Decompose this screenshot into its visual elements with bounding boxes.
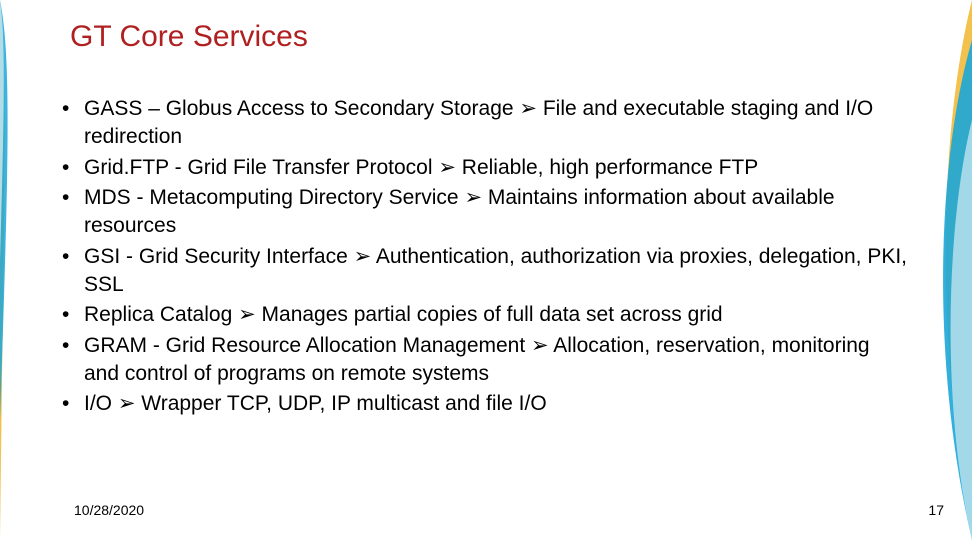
- slide: GT Core Services GASS – Globus Access to…: [0, 0, 972, 540]
- list-item: MDS - Metacomputing Directory Service ➢ …: [50, 184, 910, 241]
- list-item: I/O ➢ Wrapper TCP, UDP, IP multicast and…: [50, 390, 910, 418]
- slide-body: GASS – Globus Access to Secondary Storag…: [50, 95, 910, 421]
- list-item: GSI - Grid Security Interface ➢ Authenti…: [50, 243, 910, 300]
- list-item: GASS – Globus Access to Secondary Storag…: [50, 95, 910, 152]
- decorative-swoosh-left: [0, 0, 40, 540]
- slide-title: GT Core Services: [70, 20, 308, 54]
- footer-page-number: 17: [928, 502, 944, 518]
- bullet-list: GASS – Globus Access to Secondary Storag…: [50, 95, 910, 419]
- list-item: Replica Catalog ➢ Manages partial copies…: [50, 301, 910, 329]
- list-item: GRAM - Grid Resource Allocation Manageme…: [50, 332, 910, 389]
- footer-date: 10/28/2020: [74, 502, 144, 518]
- list-item: Grid.FTP - Grid File Transfer Protocol ➢…: [50, 154, 910, 182]
